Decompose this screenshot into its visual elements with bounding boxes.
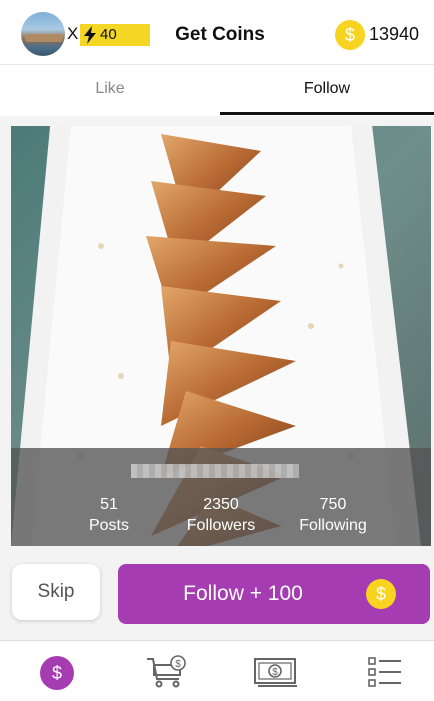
bottom-nav: $ $ $ bbox=[0, 640, 434, 701]
content-area: 51 Posts 2350 Followers 750 Following Sk… bbox=[0, 116, 434, 640]
coin-icon: $ bbox=[335, 20, 365, 50]
username-redacted bbox=[131, 464, 299, 478]
tab-follow[interactable]: Follow bbox=[220, 65, 434, 115]
avatar-landscape bbox=[25, 34, 63, 42]
posts-label: Posts bbox=[88, 517, 129, 534]
energy-value: 40 bbox=[100, 26, 117, 43]
tab-like[interactable]: Like bbox=[0, 65, 220, 115]
following-count: 750 bbox=[319, 496, 347, 513]
follow-button[interactable]: Follow + 100 $ bbox=[118, 564, 430, 624]
coins-icon[interactable]: $ bbox=[40, 656, 74, 690]
energy-badge: 40 bbox=[80, 24, 150, 46]
followers-label: Followers bbox=[186, 517, 256, 534]
header-bar: X 40 Get Coins $ 13940 bbox=[0, 0, 434, 64]
lightning-bolt-icon bbox=[84, 26, 96, 44]
svg-text:$: $ bbox=[175, 659, 181, 670]
page-title: Get Coins bbox=[175, 24, 265, 45]
stat-followers: 2350 Followers bbox=[166, 494, 276, 536]
following-label: Following bbox=[299, 517, 367, 534]
list-icon[interactable] bbox=[367, 655, 403, 689]
coin-icon: $ bbox=[366, 579, 396, 609]
skip-button[interactable]: Skip bbox=[12, 564, 100, 620]
profile-stats-overlay: 51 Posts 2350 Followers 750 Following bbox=[11, 448, 431, 546]
posts-count: 51 bbox=[100, 496, 118, 513]
follow-button-label: Follow + 100 bbox=[183, 582, 303, 605]
stat-posts: 51 Posts bbox=[54, 494, 164, 536]
avatar[interactable] bbox=[21, 12, 65, 56]
svg-text:$: $ bbox=[272, 667, 278, 678]
banknote-icon[interactable]: $ bbox=[253, 655, 299, 689]
followers-count: 2350 bbox=[203, 496, 239, 513]
shopping-cart-icon[interactable]: $ bbox=[145, 655, 189, 689]
stat-following: 750 Following bbox=[278, 494, 388, 536]
coin-balance: 13940 bbox=[369, 24, 420, 44]
post-image: 51 Posts 2350 Followers 750 Following bbox=[11, 126, 431, 546]
multiplier-label: X bbox=[67, 24, 79, 43]
tab-bar: Like Follow bbox=[0, 64, 434, 117]
